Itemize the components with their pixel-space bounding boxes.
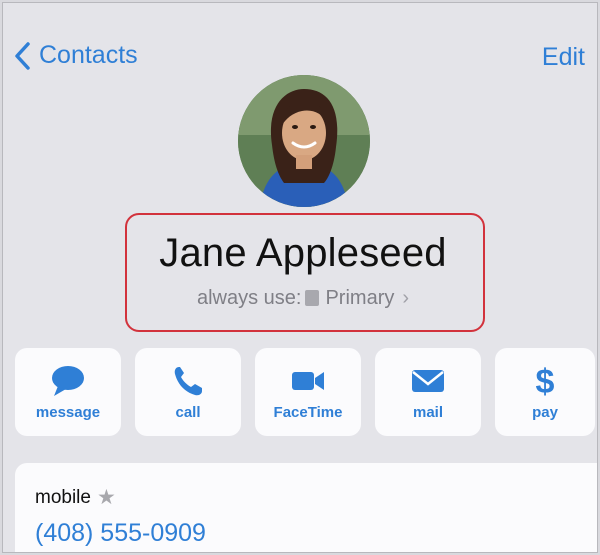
star-icon: ★	[96, 486, 116, 509]
facetime-button[interactable]: FaceTime	[255, 348, 361, 436]
phone-type-text: mobile	[35, 487, 91, 508]
phone-type-label: mobile ★	[35, 485, 116, 510]
call-button[interactable]: call	[135, 348, 241, 436]
mail-label: mail	[412, 403, 443, 421]
mail-button[interactable]: mail	[375, 348, 481, 436]
svg-text:$: $	[536, 364, 555, 398]
facetime-label: FaceTime	[273, 403, 343, 421]
chevron-left-icon	[15, 41, 30, 70]
sim-card-icon	[305, 290, 320, 306]
back-button[interactable]: Contacts	[13, 41, 138, 70]
phone-icon	[174, 366, 202, 395]
edit-button[interactable]: Edit	[542, 43, 585, 72]
chevron-right-icon: ›	[402, 287, 410, 309]
phone-card: mobile ★ (408) 555-0909	[15, 463, 597, 552]
pay-button[interactable]: $ pay	[495, 348, 595, 436]
call-label: call	[175, 403, 201, 421]
message-label: message	[35, 403, 101, 421]
phone-number-link[interactable]: (408) 555-0909	[35, 519, 206, 548]
avatar-photo	[238, 75, 370, 207]
video-camera-icon	[292, 371, 324, 390]
pay-label: pay	[532, 403, 558, 421]
contact-screen: Contacts Edit Jane Appleseed always use:…	[2, 2, 598, 553]
action-buttons: message call FaceTime mail $ pay	[15, 348, 595, 436]
dollar-icon: $	[536, 364, 555, 398]
always-use-prefix: always use:	[196, 287, 302, 309]
back-button-label: Contacts	[39, 41, 138, 69]
contact-name: Jane Appleseed	[159, 231, 447, 275]
message-bubble-icon	[52, 365, 84, 396]
always-use-value: Primary	[325, 287, 395, 309]
message-button[interactable]: message	[15, 348, 121, 436]
avatar	[238, 75, 370, 207]
envelope-icon	[412, 369, 444, 392]
always-use-row[interactable]: always use: Primary ›	[3, 287, 597, 310]
